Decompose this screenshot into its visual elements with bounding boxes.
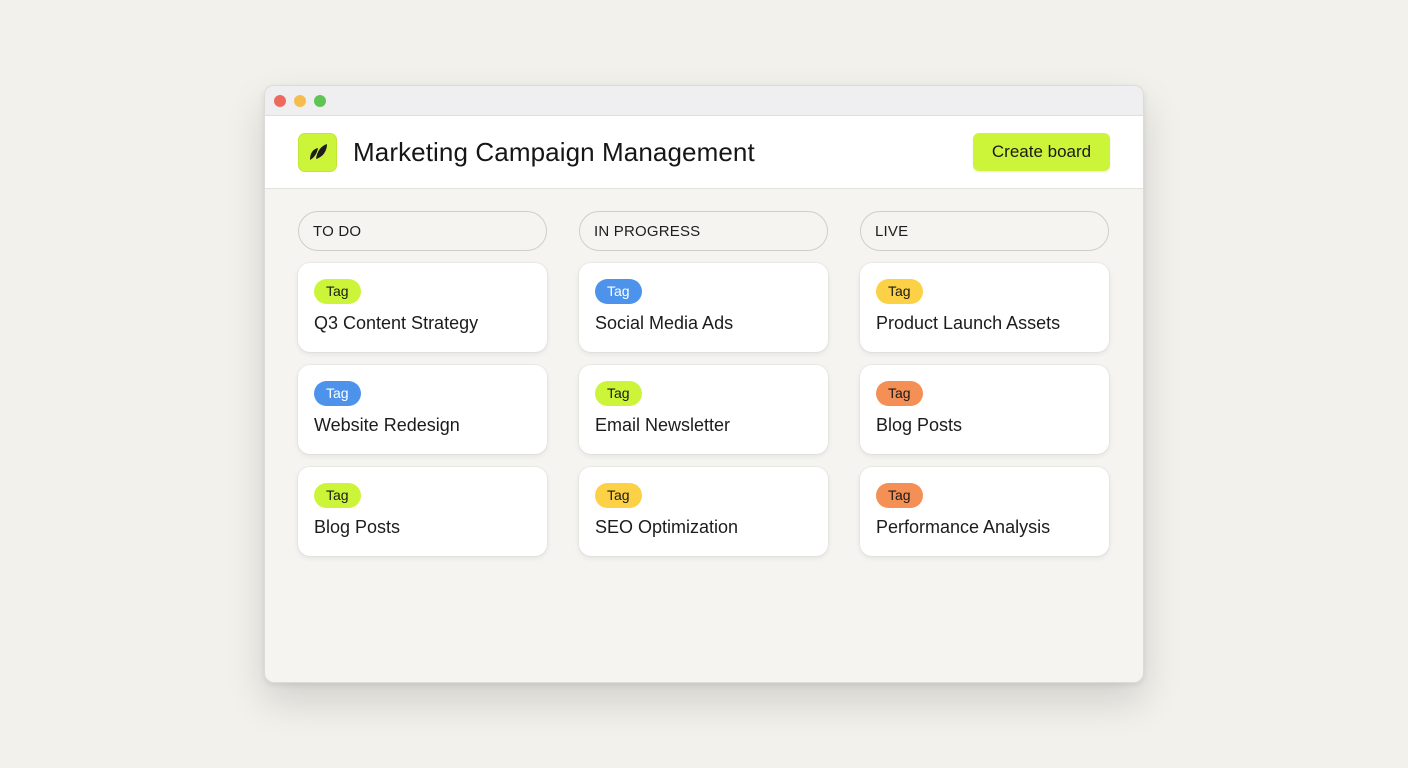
card-title: SEO Optimization [595, 517, 739, 537]
window-titlebar [265, 86, 1143, 116]
column-header: TO DO [298, 211, 547, 251]
tag-badge[interactable]: Tag [876, 381, 923, 406]
task-card[interactable]: Tag Email Newsletter [579, 365, 828, 454]
column-header: LIVE [860, 211, 1109, 251]
app-header: Marketing Campaign Management Create boa… [265, 116, 1143, 189]
card-title: Blog Posts [876, 415, 963, 435]
tag-badge[interactable]: Tag [876, 483, 923, 508]
card-title: Q3 Content Strategy [314, 313, 479, 333]
create-board-button[interactable]: Create board [973, 133, 1110, 171]
task-card[interactable]: Tag Website Redesign [298, 365, 547, 454]
task-card[interactable]: Tag Q3 Content Strategy [298, 263, 547, 352]
card-title: Social Media Ads [595, 313, 734, 333]
card-title: Performance Analysis [876, 517, 1051, 537]
maximize-window-button[interactable] [314, 94, 326, 107]
minimize-window-button[interactable] [294, 94, 306, 107]
tag-badge[interactable]: Tag [314, 483, 361, 508]
card-title: Product Launch Assets [876, 313, 1061, 333]
column-header: IN PROGRESS [579, 211, 828, 251]
task-card[interactable]: Tag Blog Posts [298, 467, 547, 556]
leaf-icon [298, 132, 337, 172]
task-card[interactable]: Tag Performance Analysis [860, 467, 1109, 556]
leaf-icon-glyph [309, 144, 327, 160]
kanban-board: TO DO Tag Q3 Content Strategy Tag Websit… [265, 189, 1143, 569]
card-title: Email Newsletter [595, 415, 731, 435]
column-live: LIVE Tag Product Launch Assets Tag Blog … [860, 211, 1109, 569]
column-in-progress: IN PROGRESS Tag Social Media Ads Tag Ema… [579, 211, 828, 569]
task-card[interactable]: Tag Product Launch Assets [860, 263, 1109, 352]
tag-badge[interactable]: Tag [595, 381, 642, 406]
tag-badge[interactable]: Tag [595, 483, 642, 508]
column-to-do: TO DO Tag Q3 Content Strategy Tag Websit… [298, 211, 547, 569]
app-window: Marketing Campaign Management Create boa… [264, 85, 1144, 683]
task-card[interactable]: Tag Blog Posts [860, 365, 1109, 454]
close-window-button[interactable] [274, 94, 286, 107]
task-card[interactable]: Tag SEO Optimization [579, 467, 828, 556]
tag-badge[interactable]: Tag [314, 279, 361, 304]
card-title: Website Redesign [314, 415, 460, 435]
tag-badge[interactable]: Tag [876, 279, 923, 304]
tag-badge[interactable]: Tag [314, 381, 361, 406]
task-card[interactable]: Tag Social Media Ads [579, 263, 828, 352]
tag-badge[interactable]: Tag [595, 279, 642, 304]
page-title: Marketing Campaign Management [353, 136, 755, 167]
card-title: Blog Posts [314, 517, 401, 537]
